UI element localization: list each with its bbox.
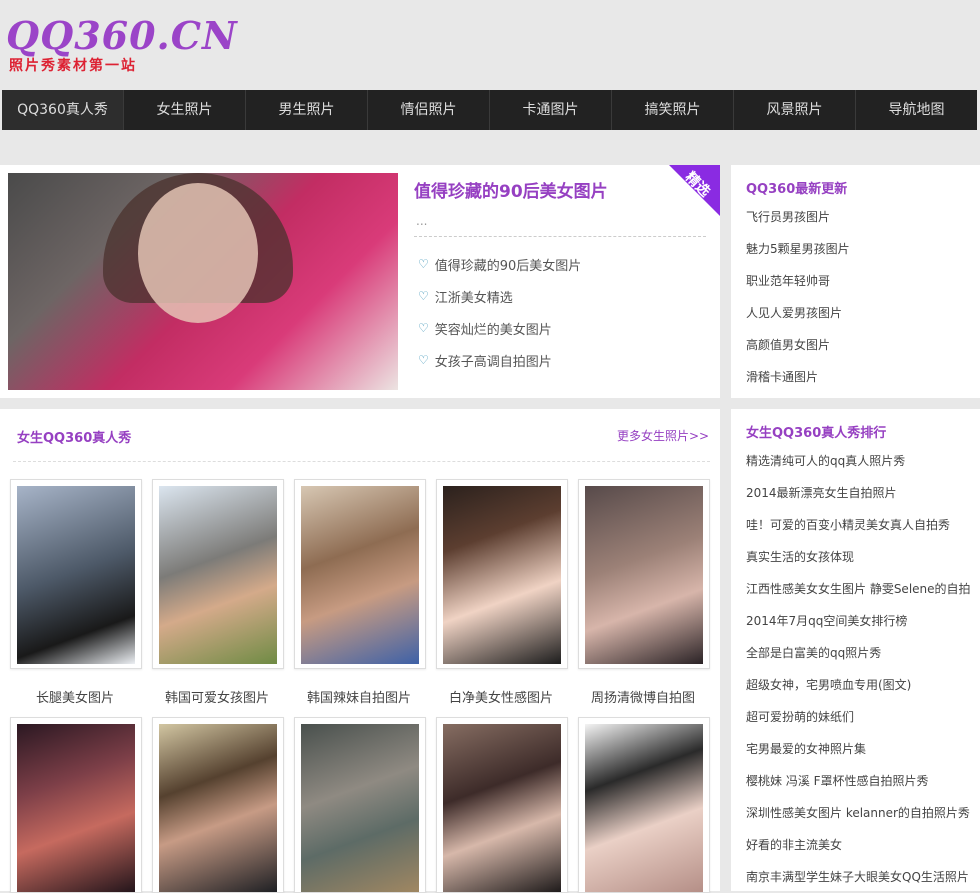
gallery-title: 女生QQ360真人秀 [17,431,132,446]
main-navigation: QQ360真人秀 女生照片 男生照片 情侣照片 卡通图片 搞笑照片 风景照片 导… [2,90,977,130]
featured-links: ♡ 值得珍藏的90后美女图片 ♡ 江浙美女精选 ♡ 笑容灿烂的美女图片 ♡ 女孩子高调自… [418,248,581,376]
ranking-title: 女生QQ360真人秀排行 [746,426,887,441]
list-item[interactable]: 2014最新漂亮女生自拍照片 [746,476,975,508]
thumbnail-image [301,724,419,892]
featured-photo[interactable] [8,173,398,390]
nav-item-scenery-photos[interactable]: 风景照片 [734,90,856,130]
featured-divider [414,236,706,237]
list-item[interactable]: 南京丰满型学生妹子大眼美女QQ生活照片 [746,860,975,892]
list-item[interactable]: 江西性感美女女生图片 静雯Selene的自拍 [746,572,975,604]
photo-card[interactable] [578,717,710,893]
featured-link-label: 值得珍藏的90后美女图片 [434,258,582,274]
list-item[interactable]: 飞行员男孩图片 [746,200,975,232]
thumbnail-image [17,486,135,664]
list-item[interactable]: 超级女神，宅男喷血专用(图文) [746,668,975,700]
photo-caption[interactable]: 长腿美女图片 [4,687,146,706]
list-item[interactable]: 真实生活的女孩体现 [746,540,975,572]
list-item[interactable]: 全部是白富美的qq照片秀 [746,636,975,668]
site-logo[interactable]: QQ360.CN 照片秀素材第一站 [6,14,237,80]
featured-section [0,165,720,398]
thumbnail-image [585,724,703,892]
list-item[interactable]: 滑稽卡通图片 [746,360,975,392]
heart-icon: ♡ [418,353,429,367]
photo-card[interactable] [578,479,710,669]
photo-caption[interactable]: 白净美女性感图片 [430,687,572,706]
thumbnail-image [301,486,419,664]
featured-link[interactable]: ♡ 女孩子高调自拍图片 [418,344,581,376]
featured-badge: 精选 [669,165,720,216]
logo-tagline: 照片秀素材第一站 [9,58,137,74]
featured-title[interactable]: 值得珍藏的90后美女图片 [414,177,608,202]
thumbnail-image [443,486,561,664]
latest-updates-list: 飞行员男孩图片 魅力5颗星男孩图片 职业范年轻帅哥 人见人爱男孩图片 高颜值男女… [746,200,975,392]
list-item[interactable]: 超可爱扮萌的妹纸们 [746,700,975,732]
photo-caption[interactable]: 周扬清微博自拍图 [572,687,714,706]
more-girl-photos-link[interactable]: 更多女生照片>> [617,427,709,444]
photo-face-shape [138,183,258,323]
nav-item-boy-photos[interactable]: 男生照片 [246,90,368,130]
heart-icon: ♡ [418,289,429,303]
list-item[interactable]: 深圳性感美女图片 kelanner的自拍照片秀 [746,796,975,828]
featured-link[interactable]: ♡ 笑容灿烂的美女图片 [418,312,581,344]
photo-card[interactable] [436,479,568,669]
thumbnail-image [17,724,135,892]
list-item[interactable]: 精选清纯可人的qq真人照片秀 [746,444,975,476]
featured-link-label: 女孩子高调自拍图片 [434,354,552,370]
nav-item-cartoon-pictures[interactable]: 卡通图片 [490,90,612,130]
nav-item-funny-photos[interactable]: 搞笑照片 [612,90,734,130]
nav-item-girl-photos[interactable]: 女生照片 [124,90,246,130]
featured-link-label: 江浙美女精选 [434,290,513,306]
list-item[interactable]: 哇！可爱的百变小精灵美女真人自拍秀 [746,508,975,540]
list-item[interactable]: 高颜值男女图片 [746,328,975,360]
nav-item-couple-photos[interactable]: 情侣照片 [368,90,490,130]
featured-link[interactable]: ♡ 江浙美女精选 [418,280,581,312]
featured-summary: ... [416,214,428,228]
ranking-list: 精选清纯可人的qq真人照片秀 2014最新漂亮女生自拍照片 哇！可爱的百变小精灵… [746,444,975,892]
logo-text: QQ360.CN [6,13,238,58]
list-item[interactable]: 魅力5颗星男孩图片 [746,232,975,264]
nav-item-site-map[interactable]: 导航地图 [856,90,977,130]
photo-card[interactable] [294,717,426,893]
photo-card[interactable] [10,479,142,669]
nav-item-qq360-show[interactable]: QQ360真人秀 [2,90,124,130]
photo-caption[interactable]: 韩国辣妹自拍图片 [288,687,430,706]
heart-icon: ♡ [418,257,429,271]
list-item[interactable]: 人见人爱男孩图片 [746,296,975,328]
photo-caption[interactable]: 韩国可爱女孩图片 [146,687,288,706]
featured-link-label: 笑容灿烂的美女图片 [434,322,552,338]
photo-card[interactable] [152,479,284,669]
photo-card[interactable] [152,717,284,893]
latest-updates-title: QQ360最新更新 [746,182,848,197]
thumbnail-image [159,486,277,664]
list-item[interactable]: 职业范年轻帅哥 [746,264,975,296]
list-item[interactable]: 好看的非主流美女 [746,828,975,860]
photo-card[interactable] [10,717,142,893]
thumbnail-image [159,724,277,892]
thumbnail-image [443,724,561,892]
gallery-divider [13,461,710,462]
heart-icon: ♡ [418,321,429,335]
thumbnail-image [585,486,703,664]
list-item[interactable]: 樱桃妹 冯溪 F罩杯性感自拍照片秀 [746,764,975,796]
list-item[interactable]: 宅男最爱的女神照片集 [746,732,975,764]
featured-link[interactable]: ♡ 值得珍藏的90后美女图片 [418,248,581,280]
photo-card[interactable] [294,479,426,669]
list-item[interactable]: 2014年7月qq空间美女排行榜 [746,604,975,636]
photo-card[interactable] [436,717,568,893]
